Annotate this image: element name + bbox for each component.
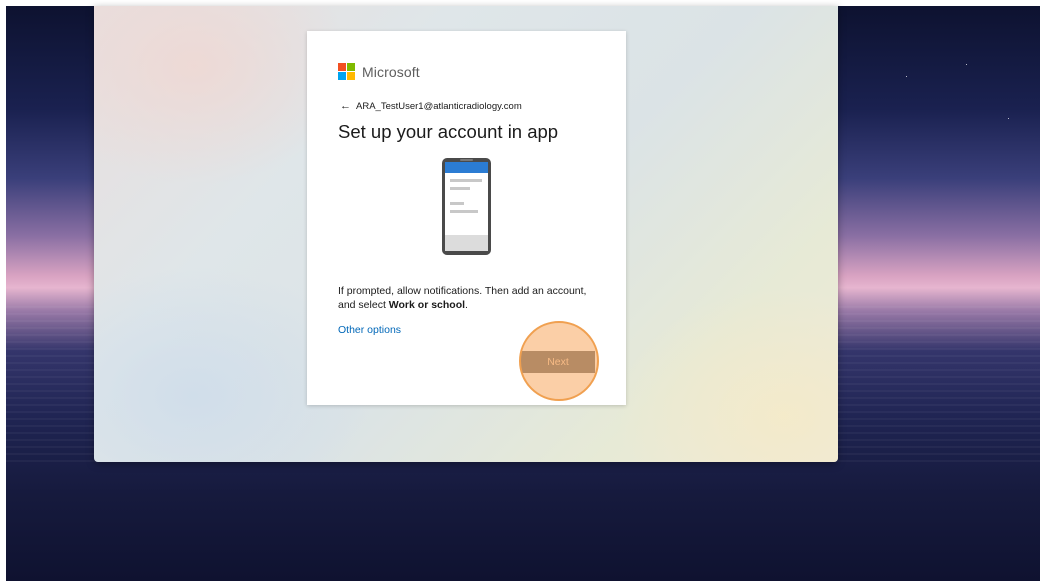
- page-title: Set up your account in app: [338, 121, 559, 142]
- logo-green-square: [347, 63, 355, 71]
- signin-card: Microsoft ← ARA_TestUser1@atlanticradiol…: [307, 31, 626, 405]
- back-arrow-icon[interactable]: ←: [340, 101, 351, 112]
- phone-line: [450, 179, 482, 182]
- instructions-text-end: .: [465, 299, 468, 311]
- next-button[interactable]: Next: [521, 351, 595, 373]
- account-email: ARA_TestUser1@atlanticradiology.com: [356, 101, 522, 112]
- brand-header: Microsoft: [338, 63, 420, 80]
- phone-footer: [445, 235, 488, 251]
- microsoft-logo-icon: [338, 63, 355, 80]
- background-tint: [614, 286, 838, 462]
- brand-name: Microsoft: [362, 63, 420, 80]
- star: [1008, 118, 1009, 119]
- logo-red-square: [338, 63, 346, 71]
- phone-screen-header: [445, 162, 488, 173]
- phone-line: [450, 187, 470, 190]
- instructions-text: If prompted, allow notifications. Then a…: [338, 284, 588, 312]
- star: [906, 76, 907, 77]
- star: [966, 64, 967, 65]
- logo-blue-square: [338, 72, 346, 80]
- other-options-link[interactable]: Other options: [338, 324, 401, 336]
- phone-line: [450, 210, 478, 213]
- phone-speaker: [460, 159, 473, 161]
- phone-illustration: [442, 158, 491, 255]
- logo-yellow-square: [347, 72, 355, 80]
- screenshot-frame: Microsoft ← ARA_TestUser1@atlanticradiol…: [0, 0, 1040, 587]
- identity-banner[interactable]: ← ARA_TestUser1@atlanticradiology.com: [340, 101, 522, 113]
- phone-line: [450, 202, 464, 205]
- instructions-emphasis: Work or school: [388, 299, 466, 311]
